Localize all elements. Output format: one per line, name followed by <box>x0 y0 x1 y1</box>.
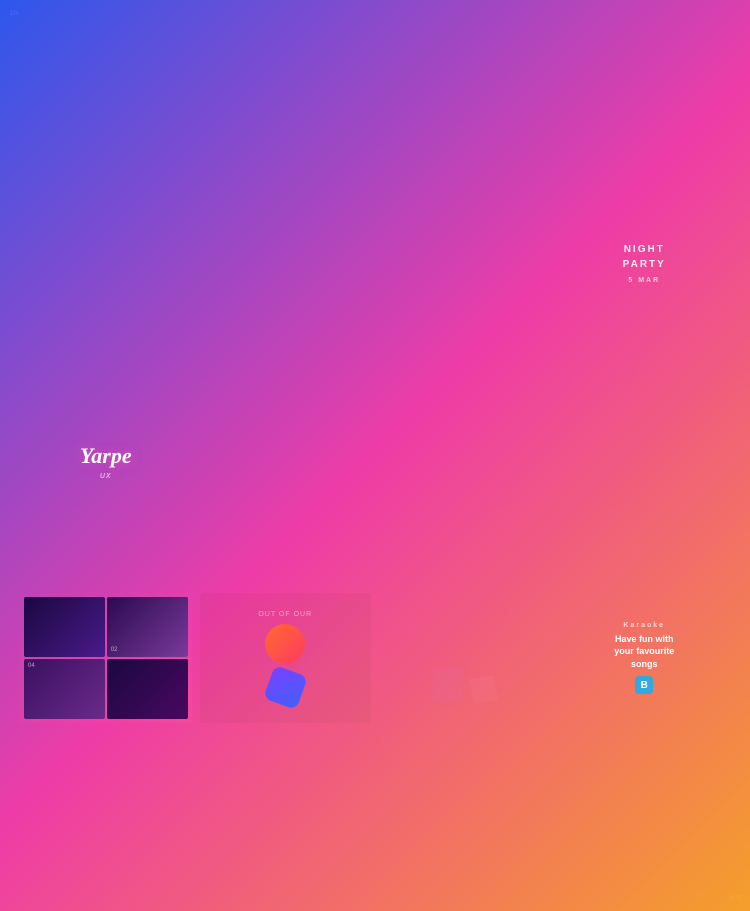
page-wrapper: What We Do Lorem ipsum dolor sit amet, c… <box>0 0 750 845</box>
item-image-animation: OUT OF OUR <box>200 593 372 723</box>
item-image-poster: 02 04 <box>20 593 192 723</box>
grid-item-music[interactable]: Karaoke Have fun withyour favouritesongs… <box>559 593 731 782</box>
item-image-music: Karaoke Have fun withyour favouritesongs… <box>559 593 731 723</box>
grid-row-3: 02 04 Poster cards Graphic Design <box>20 593 730 782</box>
